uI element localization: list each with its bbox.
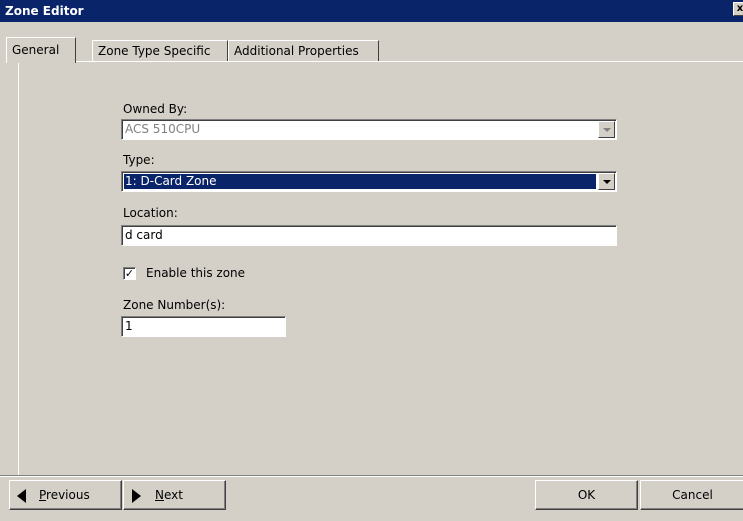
- next-button-label: Next: [155, 488, 183, 502]
- tab-additional-properties-label: Additional Properties: [234, 44, 359, 58]
- cancel-button[interactable]: Cancel: [640, 480, 743, 510]
- bottom-divider: [0, 475, 743, 477]
- previous-button[interactable]: Previous: [9, 480, 122, 510]
- title-bar: Zone Editor x: [0, 0, 743, 22]
- ok-button-label: OK: [577, 488, 596, 502]
- ok-button[interactable]: OK: [535, 480, 638, 510]
- tab-zone-type-specific[interactable]: Zone Type Specific: [92, 40, 228, 62]
- window-title: Zone Editor: [5, 4, 84, 18]
- tab-additional-properties[interactable]: Additional Properties: [228, 40, 379, 62]
- next-button[interactable]: Next: [123, 480, 226, 510]
- previous-button-label: Previous: [39, 488, 90, 502]
- left-arrow-icon: [17, 489, 26, 503]
- tab-panel-general: [18, 61, 743, 475]
- close-icon[interactable]: x: [733, 2, 743, 16]
- cancel-button-label: Cancel: [672, 488, 713, 502]
- tab-zone-type-specific-label: Zone Type Specific: [98, 44, 211, 58]
- right-arrow-icon: [132, 489, 141, 503]
- tab-general[interactable]: General: [6, 37, 76, 63]
- tab-general-label: General: [12, 43, 60, 57]
